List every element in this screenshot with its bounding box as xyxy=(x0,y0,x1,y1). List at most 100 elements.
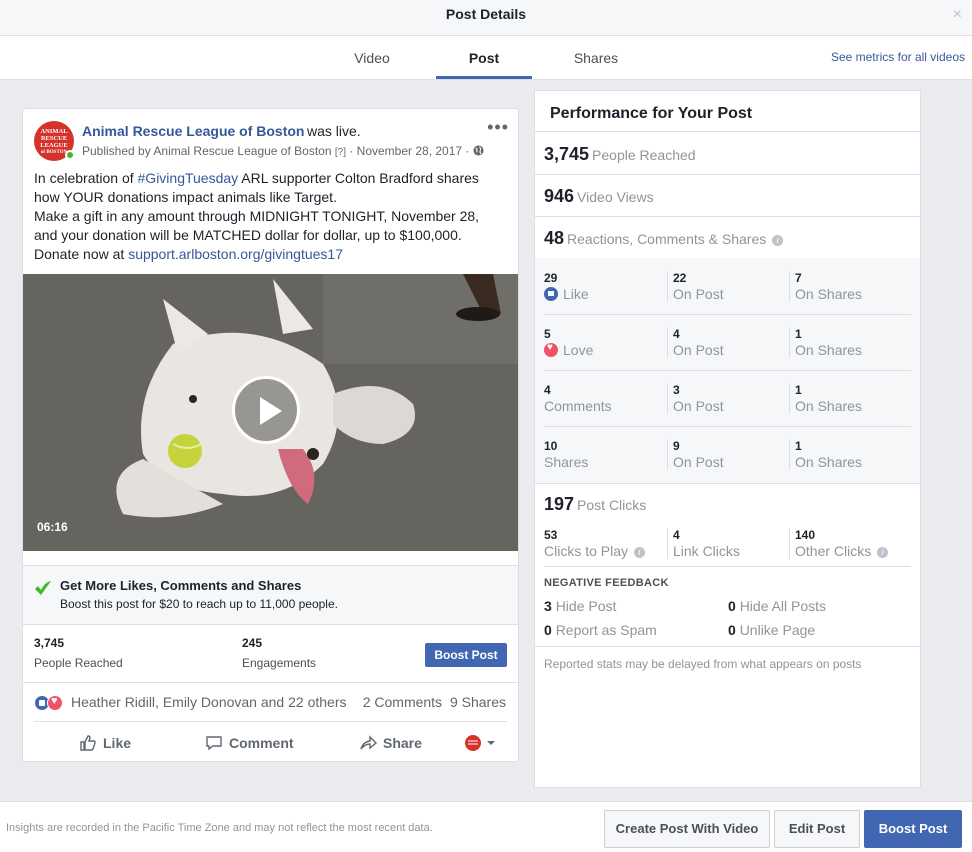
comments-on-post-count: 3 xyxy=(673,383,680,397)
love-icon xyxy=(544,342,558,357)
divider xyxy=(535,131,920,132)
play-button-icon[interactable] xyxy=(232,376,300,444)
negative-feedback-heading: NEGATIVE FEEDBACK xyxy=(544,577,669,589)
shares-on-post-count: 9 xyxy=(673,439,680,453)
people-reached-label: People Reached xyxy=(592,147,696,163)
info-icon[interactable]: i xyxy=(633,547,645,558)
link-clicks-label: Link Clicks xyxy=(673,543,740,559)
other-clicks-count: 140 xyxy=(795,528,816,542)
unlike-page-count: 0 xyxy=(728,622,736,638)
comments-shares-counts: 2 Comments 9 Shares xyxy=(363,694,506,710)
shares-count-link[interactable]: 9 Shares xyxy=(450,694,506,710)
avatar-text-2: RESCUE xyxy=(40,135,68,142)
create-post-with-video-button[interactable]: Create Post With Video xyxy=(604,810,770,848)
shares-on-shares: 1 On Shares xyxy=(789,439,862,470)
shares-label: Shares xyxy=(544,454,589,470)
tab-bar: Video Post Shares See metrics for all vi… xyxy=(0,36,972,80)
comment-action-button[interactable]: Comment xyxy=(205,734,294,752)
link-clicks-count: 4 xyxy=(673,528,680,542)
love-on-shares: 1 On Shares xyxy=(789,327,862,358)
help-link[interactable]: [?] xyxy=(335,147,346,158)
rcs-count: 48 xyxy=(544,228,565,248)
like-total-count: 29 xyxy=(544,271,558,285)
info-icon[interactable]: i xyxy=(772,235,784,246)
shares-on-post: 9 On Post xyxy=(667,439,724,470)
hide-post-label: Hide Post xyxy=(555,598,617,614)
video-player[interactable]: 06:16 xyxy=(23,274,518,551)
comments-label: Comments xyxy=(544,398,612,414)
shares-on-shares-count: 1 xyxy=(795,439,802,453)
clicks-to-play-label: Clicks to Play xyxy=(544,543,629,559)
reactors-link[interactable]: Heather Ridill, Emily Donovan and 22 oth… xyxy=(71,694,346,710)
clicks-to-play-count: 53 xyxy=(544,528,558,542)
comment-action-label: Comment xyxy=(229,735,294,751)
unlike-page-label: Unlike Page xyxy=(739,622,816,638)
globe-icon xyxy=(473,145,484,156)
video-duration: 06:16 xyxy=(37,520,68,534)
divider xyxy=(535,216,920,217)
like-label: Like xyxy=(563,286,589,302)
hashtag-link[interactable]: #GivingTuesday xyxy=(138,170,239,186)
post-text-4: Donate now at xyxy=(34,246,125,262)
page-name-link[interactable]: Animal Rescue League of Boston xyxy=(82,123,304,139)
share-arrow-icon xyxy=(360,735,378,750)
published-line: Published by Animal Rescue League of Bos… xyxy=(82,144,484,158)
tab-post[interactable]: Post xyxy=(436,36,532,79)
more-options-icon[interactable]: ••• xyxy=(487,117,509,138)
love-on-shares-count: 1 xyxy=(795,327,802,341)
on-post-label: On Post xyxy=(673,286,724,302)
video-views-count: 946 xyxy=(544,186,575,206)
like-icon xyxy=(544,287,558,301)
comments-total: 4 Comments xyxy=(544,383,612,414)
video-views-label: Video Views xyxy=(577,189,654,205)
like-action-label: Like xyxy=(103,735,132,751)
reached-count: 3,745 xyxy=(34,636,65,650)
people-reached-stat: 3,745 People Reached xyxy=(544,144,696,165)
on-shares-label: On Shares xyxy=(795,398,862,414)
share-action-label: Share xyxy=(383,735,422,751)
people-reached-count: 3,745 xyxy=(544,144,590,164)
tab-shares[interactable]: Shares xyxy=(548,36,644,79)
love-on-post: 4 On Post xyxy=(667,327,724,358)
edit-post-button[interactable]: Edit Post xyxy=(774,810,860,848)
link-clicks: 4 Link Clicks xyxy=(667,528,740,559)
engagements-label: Engagements xyxy=(242,656,317,670)
like-action-button[interactable]: Like xyxy=(79,734,131,752)
divider xyxy=(535,483,920,484)
tab-video[interactable]: Video xyxy=(324,36,420,79)
dialog-title: Post Details xyxy=(445,6,527,22)
shares-total-count: 10 xyxy=(544,439,558,453)
published-prefix: Published by xyxy=(82,144,151,158)
video-views-stat: 946 Video Views xyxy=(544,186,654,207)
post-date[interactable]: November 28, 2017 xyxy=(357,144,462,158)
reactions-breakdown: 29 Like 22 On Post 7 On Shares 5 Love 4 … xyxy=(535,258,920,483)
chevron-down-icon xyxy=(487,741,495,745)
divider xyxy=(544,370,911,371)
other-clicks: 140 Other Clicks i xyxy=(789,528,889,559)
hide-all-posts-label: Hide All Posts xyxy=(739,598,827,614)
other-clicks-label: Other Clicks xyxy=(795,543,872,559)
hide-post-stat: 3 Hide Post xyxy=(544,598,616,614)
dialog-title-bar: Post Details × xyxy=(0,0,972,36)
donation-url-link[interactable]: support.arlboston.org/givingtues17 xyxy=(128,246,343,262)
footer-boost-post-button[interactable]: Boost Post xyxy=(864,810,962,848)
reaction-icons[interactable] xyxy=(34,694,63,712)
comment-bubble-icon xyxy=(206,736,222,751)
comments-count-link[interactable]: 2 Comments xyxy=(363,694,442,710)
rcs-label: Reactions, Comments & Shares xyxy=(567,231,767,247)
share-action-button[interactable]: Share xyxy=(359,734,422,752)
love-total-count: 5 xyxy=(544,327,551,341)
close-icon[interactable]: × xyxy=(953,6,962,24)
info-icon[interactable]: i xyxy=(877,547,889,558)
timezone-note: Insights are recorded in the Pacific Tim… xyxy=(6,822,433,834)
post-clicks-stat: 197 Post Clicks xyxy=(544,494,646,515)
report-spam-label: Report as Spam xyxy=(555,622,657,638)
post-message: In celebration of #GivingTuesday ARL sup… xyxy=(34,169,504,264)
see-metrics-link[interactable]: See metrics for all videos xyxy=(831,50,965,64)
post-card: ANIMAL RESCUE LEAGUE of BOSTON Animal Re… xyxy=(22,108,519,762)
avatar[interactable]: ANIMAL RESCUE LEAGUE of BOSTON xyxy=(34,121,75,161)
boost-post-button[interactable]: Boost Post xyxy=(425,643,507,667)
love-on-post-count: 4 xyxy=(673,327,680,341)
page-selector[interactable] xyxy=(464,734,496,752)
published-by-link[interactable]: Animal Rescue League of Boston xyxy=(153,144,331,158)
